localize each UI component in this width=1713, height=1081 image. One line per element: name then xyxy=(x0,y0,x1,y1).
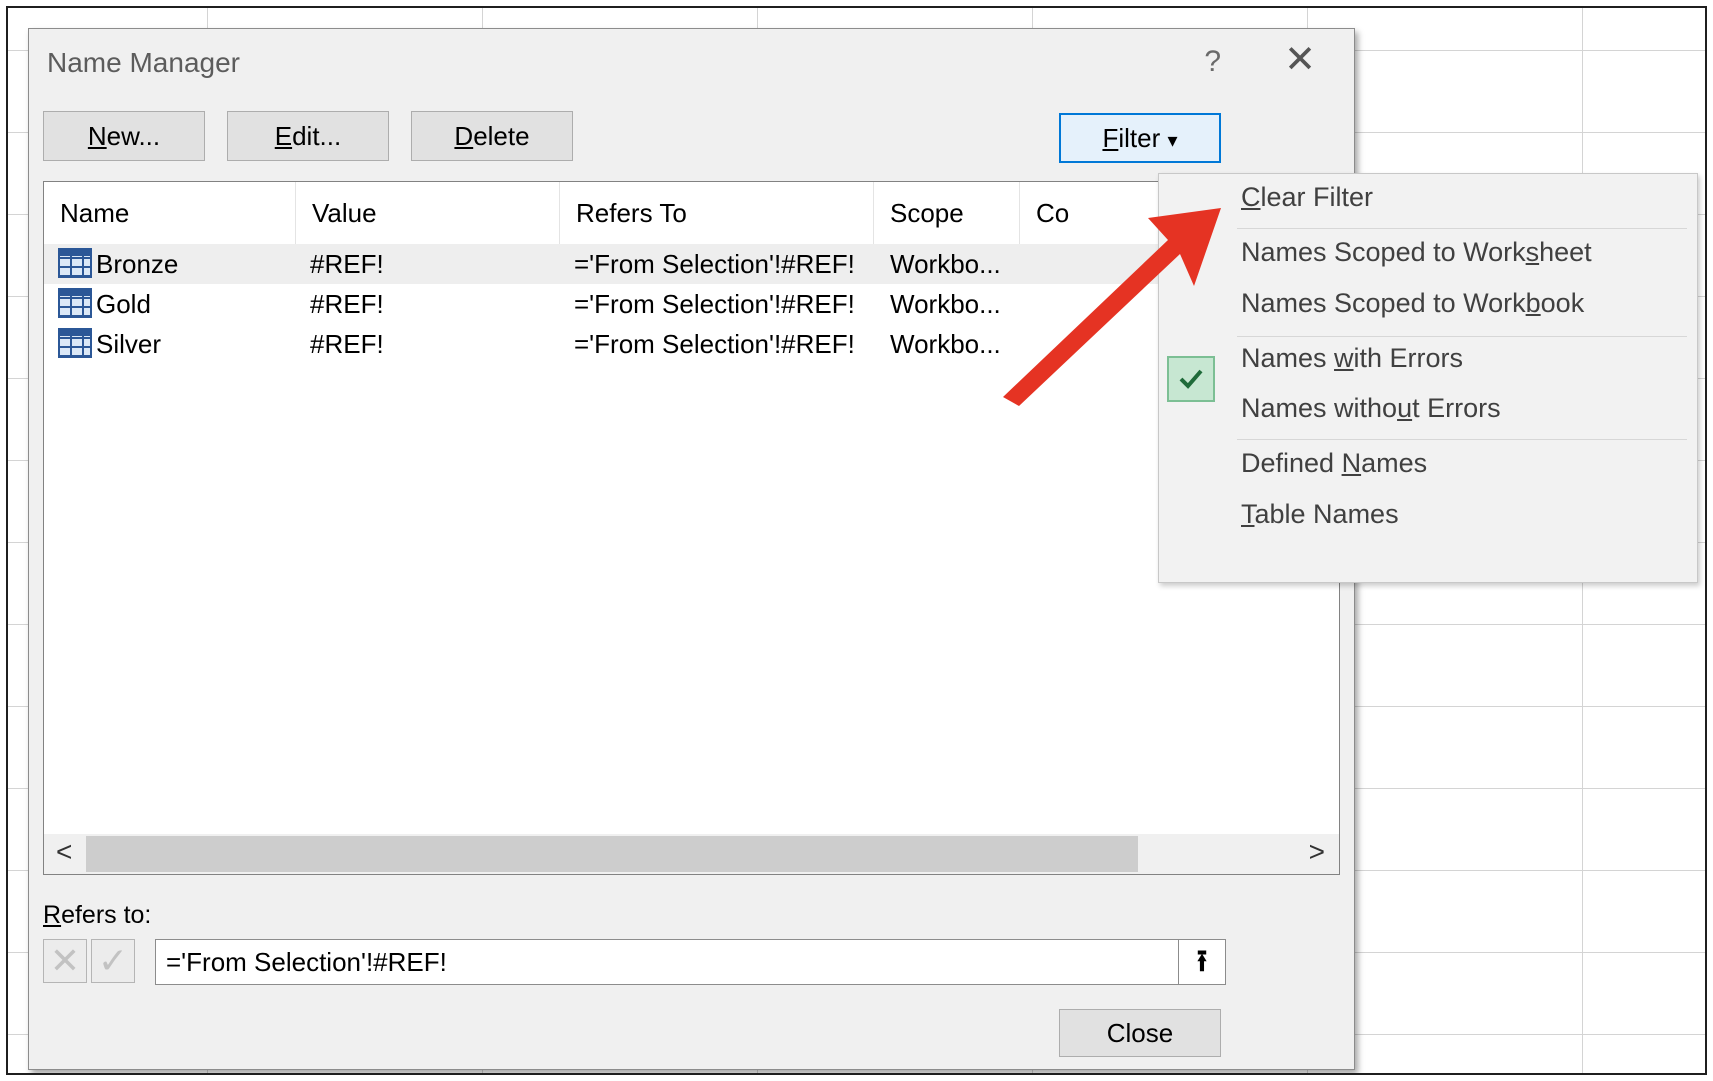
collapse-dialog-icon[interactable]: ⭱ xyxy=(1178,939,1226,985)
menu-separator xyxy=(1237,336,1687,337)
delete-button[interactable]: Delete xyxy=(411,111,573,161)
scrollbar-thumb[interactable] xyxy=(86,836,1138,872)
confirm-edit-icon[interactable]: ✓ xyxy=(91,939,135,983)
help-icon[interactable]: ? xyxy=(1204,45,1221,79)
edit-button[interactable]: Edit... xyxy=(227,111,389,161)
table-icon xyxy=(58,248,92,278)
menu-item-scoped-worksheet[interactable]: Names Scoped to Worksheet xyxy=(1241,237,1592,268)
name-manager-dialog: Name Manager ? ✕ New... Edit... Delete F… xyxy=(28,28,1355,1070)
table-row[interactable]: Silver #REF! ='From Selection'!#REF! Wor… xyxy=(44,324,1339,364)
cancel-edit-icon[interactable]: ✕ xyxy=(43,939,87,983)
menu-separator xyxy=(1237,228,1687,229)
close-icon[interactable]: ✕ xyxy=(1284,41,1316,79)
table-icon xyxy=(58,288,92,318)
refers-to-label: Refers to: xyxy=(43,901,152,929)
row-name: Gold xyxy=(96,289,151,319)
spreadsheet-background: Name Manager ? ✕ New... Edit... Delete F… xyxy=(6,6,1707,1075)
new-button[interactable]: New... xyxy=(43,111,205,161)
chevron-down-icon: ▾ xyxy=(1167,130,1178,152)
column-header-refers-to[interactable]: Refers To xyxy=(560,182,874,244)
row-value: #REF! xyxy=(310,249,384,279)
names-list[interactable]: Name Value Refers To Scope Co Bronze #RE… xyxy=(43,181,1340,875)
menu-item-table-names[interactable]: Table Names xyxy=(1241,499,1399,530)
column-header-scope[interactable]: Scope xyxy=(874,182,1020,244)
row-scope: Workbo... xyxy=(890,289,1001,319)
row-refers-to: ='From Selection'!#REF! xyxy=(574,289,855,319)
filter-dropdown-menu: Clear Filter Names Scoped to Worksheet N… xyxy=(1158,173,1698,583)
filter-button[interactable]: Filter ▾ xyxy=(1059,113,1221,163)
row-name: Silver xyxy=(96,329,162,359)
checked-icon xyxy=(1167,356,1215,402)
row-scope: Workbo... xyxy=(890,329,1001,359)
column-header-value[interactable]: Value xyxy=(296,182,560,244)
table-icon xyxy=(58,328,92,358)
row-name: Bronze xyxy=(96,249,179,279)
menu-item-names-with-errors[interactable]: Names with Errors xyxy=(1241,343,1463,374)
close-button[interactable]: Close xyxy=(1059,1009,1221,1057)
refers-to-input[interactable]: ='From Selection'!#REF! xyxy=(155,939,1178,985)
menu-item-clear-filter[interactable]: Clear Filter xyxy=(1241,182,1373,213)
menu-item-scoped-workbook[interactable]: Names Scoped to Workbook xyxy=(1241,288,1584,319)
menu-item-defined-names[interactable]: Defined Names xyxy=(1241,448,1427,479)
scroll-left-icon[interactable]: < xyxy=(56,836,72,868)
column-header-comment[interactable]: Co xyxy=(1020,182,1120,244)
row-refers-to: ='From Selection'!#REF! xyxy=(574,329,855,359)
dialog-title: Name Manager xyxy=(47,47,240,78)
table-row[interactable]: Gold #REF! ='From Selection'!#REF! Workb… xyxy=(44,284,1339,324)
row-refers-to: ='From Selection'!#REF! xyxy=(574,249,855,279)
scroll-right-icon[interactable]: > xyxy=(1309,836,1325,868)
menu-item-names-without-errors[interactable]: Names without Errors xyxy=(1241,393,1501,424)
table-row[interactable]: Bronze #REF! ='From Selection'!#REF! Wor… xyxy=(44,244,1339,284)
horizontal-scrollbar[interactable]: < > xyxy=(44,834,1339,874)
column-header-name[interactable]: Name xyxy=(44,182,296,244)
row-value: #REF! xyxy=(310,329,384,359)
row-scope: Workbo... xyxy=(890,249,1001,279)
row-value: #REF! xyxy=(310,289,384,319)
menu-separator xyxy=(1237,439,1687,440)
